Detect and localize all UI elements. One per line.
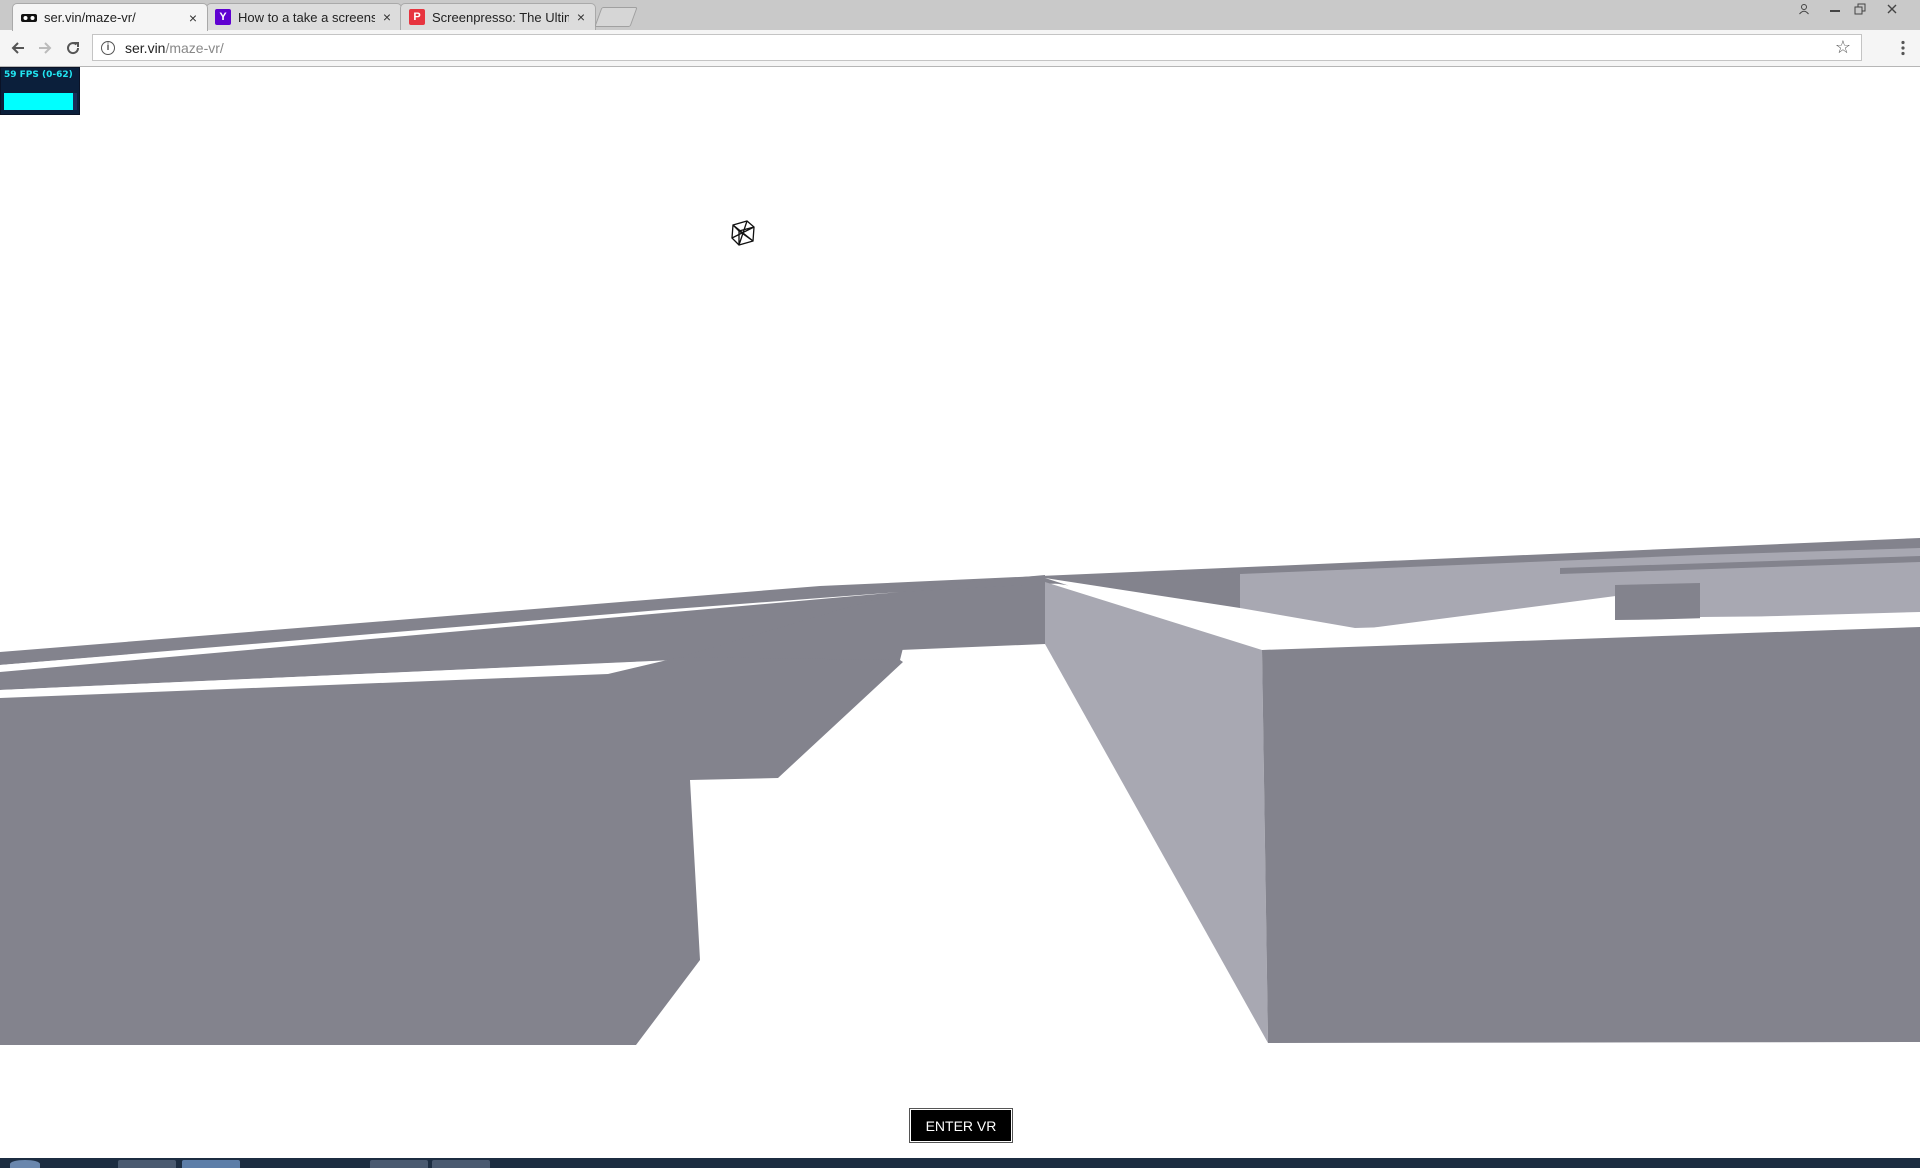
fps-label: 59 FPS (0-62) [4, 70, 73, 80]
restore-icon[interactable] [1848, 0, 1872, 17]
url-path: /maze-vr/ [165, 39, 224, 56]
info-icon[interactable]: i [101, 40, 115, 55]
address-bar[interactable]: i ser.vin /maze-vr/ ☆ [92, 34, 1862, 61]
fps-stats-panel[interactable]: 59 FPS (0-62) [0, 67, 80, 115]
forward-icon[interactable] [32, 35, 58, 61]
screenpresso-icon: P [409, 9, 425, 25]
tab-maze-vr[interactable]: ser.vin/maze-vr/ × [12, 3, 208, 31]
fps-graph-fill [4, 93, 74, 110]
tab-title: How to a take a screensh [238, 9, 375, 25]
taskbar-item[interactable] [118, 1160, 176, 1168]
webgl-canvas[interactable]: 59 FPS (0-62) ENTER VR [0, 67, 1920, 1158]
close-window-icon[interactable] [1880, 0, 1904, 17]
menu-icon[interactable] [1893, 35, 1913, 61]
taskbar [0, 1158, 1920, 1168]
reload-icon[interactable] [60, 35, 86, 61]
tab-yahoo[interactable]: Y How to a take a screensh × [206, 3, 402, 30]
right-wall-side [1045, 582, 1268, 1043]
yahoo-icon: Y [215, 9, 231, 25]
maze-scene [0, 538, 1920, 1045]
back-icon[interactable] [5, 35, 31, 61]
vr-goggles-icon [21, 10, 37, 26]
gaze-cursor-icon [731, 220, 755, 246]
taskbar-item[interactable] [182, 1160, 240, 1168]
new-tab-button[interactable] [594, 7, 638, 27]
close-tab-icon[interactable]: × [575, 9, 587, 25]
bookmark-star-icon[interactable]: ☆ [1835, 37, 1851, 58]
start-button[interactable] [10, 1160, 40, 1168]
profile-icon[interactable] [1792, 0, 1816, 17]
tab-screenpresso[interactable]: P Screenpresso: The Ultima × [400, 3, 596, 30]
tab-strip: ser.vin/maze-vr/ × Y How to a take a scr… [0, 0, 1920, 31]
close-tab-icon[interactable]: × [381, 9, 393, 25]
left-wall [0, 650, 903, 1045]
tab-title: Screenpresso: The Ultima [432, 9, 569, 25]
enter-vr-button[interactable]: ENTER VR [909, 1108, 1013, 1143]
url-host: ser.vin [125, 39, 166, 56]
taskbar-item[interactable] [432, 1160, 490, 1168]
minimize-icon[interactable] [1823, 0, 1847, 17]
browser-toolbar: i ser.vin /maze-vr/ ☆ [0, 30, 1920, 67]
close-tab-icon[interactable]: × [187, 10, 199, 26]
taskbar-item[interactable] [370, 1160, 428, 1168]
right-wall-front [1262, 627, 1920, 1043]
distant-wall [1615, 583, 1700, 620]
tab-title: ser.vin/maze-vr/ [44, 10, 136, 25]
fps-graph [4, 93, 77, 110]
